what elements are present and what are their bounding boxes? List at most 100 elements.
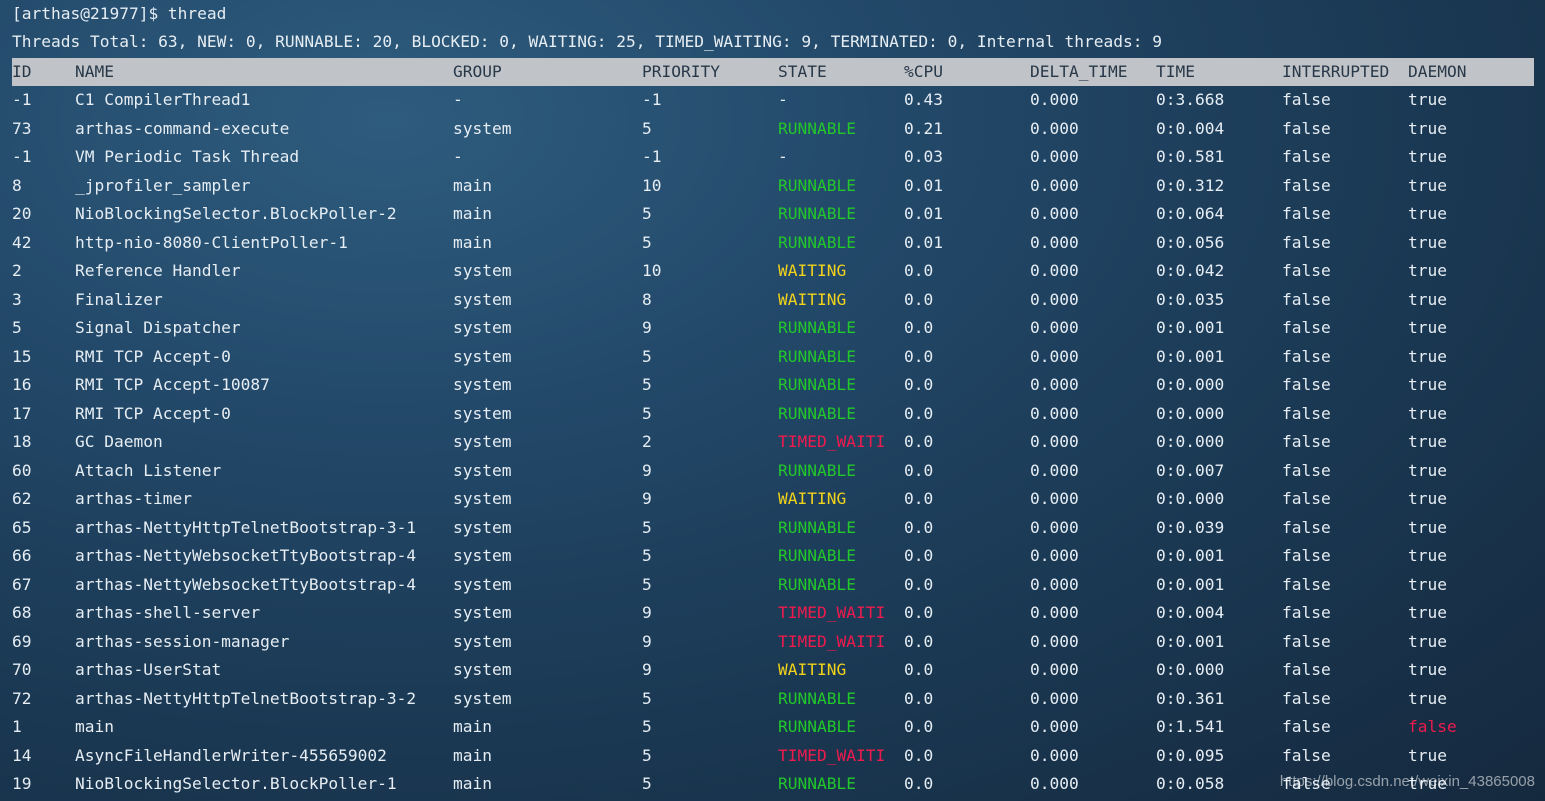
cell-time: 0:0.001: [1156, 318, 1225, 337]
cell-id: 60: [12, 460, 32, 480]
cell-name: _jprofiler_sampler: [75, 175, 251, 195]
table-row: 62 arthas-timer system 9 WAITING 0.0 0.000 0:0.…: [12, 485, 1534, 513]
cell-name: NioBlockingSelector.BlockPoller-2: [75, 204, 397, 223]
cell-delta-time: 0.000: [1030, 517, 1079, 537]
cell-delta-time: 0.000: [1030, 717, 1079, 736]
cell-time: 0:0.001: [1156, 631, 1225, 651]
cell-state: WAITING: [778, 289, 847, 309]
cell-cpu: 0.0: [904, 603, 934, 622]
cell-cpu: 0.0: [904, 546, 934, 565]
cell-delta-time: 0.000: [1030, 204, 1079, 223]
header-interrupted: INTERRUPTED: [1282, 62, 1390, 81]
table-row: 73 arthas-command-execute system 5 RUNNABLE 0…: [12, 115, 1534, 143]
cell-priority: 5: [642, 688, 652, 708]
cell-daemon: true: [1408, 489, 1447, 508]
table-row: 72 arthas-NettyHttpTelnetBootstrap-3-2 sys…: [12, 685, 1534, 713]
cell-id: 68: [12, 603, 32, 622]
cell-interrupted: false: [1282, 175, 1331, 195]
cell-priority: 9: [642, 631, 652, 651]
cell-group: -: [453, 90, 463, 109]
cell-time: 0:1.541: [1156, 717, 1225, 736]
cell-cpu: 0.0: [904, 631, 934, 651]
cell-state: RUNNABLE: [778, 460, 856, 480]
cell-delta-time: 0.000: [1030, 688, 1079, 708]
cell-state: RUNNABLE: [778, 717, 856, 736]
cell-state: RUNNABLE: [778, 232, 856, 252]
cell-interrupted: false: [1282, 118, 1331, 138]
cell-time: 0:0.064: [1156, 204, 1225, 223]
cell-cpu: 0.01: [904, 232, 943, 252]
table-row: 68 arthas-shell-server system 9 TIMED_WAITI 0…: [12, 599, 1534, 627]
cell-time: 0:0.000: [1156, 489, 1225, 508]
cell-time: 0:0.035: [1156, 289, 1225, 309]
cell-name: GC Daemon: [75, 432, 163, 451]
cell-name: arthas-NettyHttpTelnetBootstrap-3-2: [75, 688, 417, 708]
table-row: 15 RMI TCP Accept-0 system 5 RUNNABLE 0.0 0.00…: [12, 343, 1534, 371]
cell-name: NioBlockingSelector.BlockPoller-1: [75, 774, 397, 793]
cell-id: -1: [12, 147, 32, 166]
command-prompt[interactable]: [arthas@21977]$ thread: [12, 0, 226, 28]
cell-id: 8: [12, 175, 22, 195]
cell-priority: -1: [642, 147, 662, 166]
cell-name: arthas-command-execute: [75, 118, 290, 138]
cell-priority: 2: [642, 432, 652, 451]
cell-daemon: true: [1408, 289, 1447, 309]
cell-priority: 5: [642, 118, 652, 138]
cell-name: arthas-timer: [75, 489, 192, 508]
header-cpu: %CPU: [904, 62, 943, 81]
cell-name: main: [75, 717, 114, 736]
cell-time: 0:0.007: [1156, 460, 1225, 480]
cell-time: 0:0.095: [1156, 745, 1225, 765]
cell-delta-time: 0.000: [1030, 603, 1079, 622]
cell-delta-time: 0.000: [1030, 147, 1079, 166]
cell-group: main: [453, 717, 492, 736]
cell-interrupted: false: [1282, 717, 1331, 736]
cell-cpu: 0.43: [904, 90, 943, 109]
cell-state: -: [778, 90, 788, 109]
cell-name: Finalizer: [75, 289, 163, 309]
cell-id: 5: [12, 318, 22, 337]
cell-delta-time: 0.000: [1030, 318, 1079, 337]
cell-interrupted: false: [1282, 688, 1331, 708]
table-row: 5 Signal Dispatcher system 9 RUNNABLE 0.0 0.00…: [12, 314, 1534, 342]
cell-interrupted: false: [1282, 517, 1331, 537]
cell-interrupted: false: [1282, 318, 1331, 337]
cell-time: 0:0.001: [1156, 574, 1225, 594]
cell-priority: 5: [642, 774, 652, 793]
cell-time: 0:0.000: [1156, 432, 1225, 451]
cell-priority: 10: [642, 261, 662, 280]
cell-group: system: [453, 432, 512, 451]
cell-name: arthas-shell-server: [75, 603, 261, 622]
cell-delta-time: 0.000: [1030, 745, 1079, 765]
cell-interrupted: false: [1282, 147, 1331, 166]
cell-daemon: true: [1408, 403, 1447, 423]
cell-cpu: 0.0: [904, 745, 934, 765]
cell-state: TIMED_WAITI: [778, 745, 886, 765]
cell-id: 42: [12, 232, 32, 252]
cell-priority: 5: [642, 204, 652, 223]
cell-daemon: true: [1408, 318, 1447, 337]
cell-name: Attach Listener: [75, 460, 222, 480]
cell-priority: 5: [642, 717, 652, 736]
cell-time: 0:0.000: [1156, 403, 1225, 423]
table-row: 17 RMI TCP Accept-0 system 5 RUNNABLE 0.0 0.00…: [12, 400, 1534, 428]
cell-delta-time: 0.000: [1030, 403, 1079, 423]
cell-daemon: true: [1408, 460, 1447, 480]
cell-priority: 5: [642, 517, 652, 537]
cell-interrupted: false: [1282, 660, 1331, 679]
table-row: 70 arthas-UserStat system 9 WAITING 0.0 0.000 0…: [12, 656, 1534, 684]
cell-priority: 5: [642, 232, 652, 252]
cell-daemon: true: [1408, 261, 1447, 280]
cell-delta-time: 0.000: [1030, 660, 1079, 679]
cell-priority: 5: [642, 403, 652, 423]
cell-name: VM Periodic Task Thread: [75, 147, 300, 166]
cell-cpu: 0.01: [904, 204, 943, 223]
cell-interrupted: false: [1282, 289, 1331, 309]
header-priority: PRIORITY: [642, 62, 720, 81]
cell-cpu: 0.0: [904, 774, 934, 793]
cell-id: 70: [12, 660, 32, 679]
header-daemon: DAEMON: [1408, 62, 1467, 81]
cell-name: Signal Dispatcher: [75, 318, 241, 337]
cell-daemon: true: [1408, 147, 1447, 166]
cell-interrupted: false: [1282, 261, 1331, 280]
